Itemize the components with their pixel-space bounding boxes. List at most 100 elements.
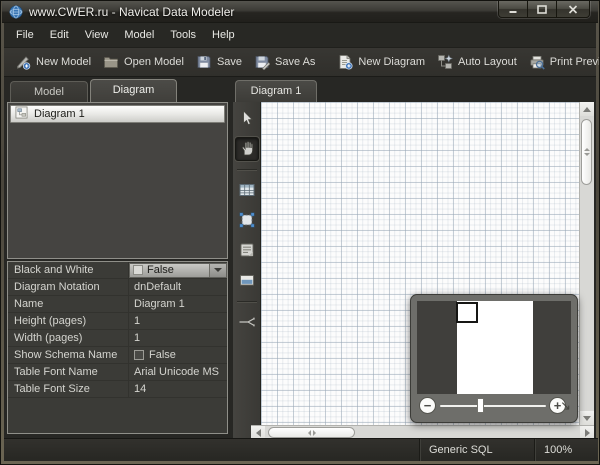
save-as-floppy-icon [254, 54, 270, 70]
status-zoom-level: 100% [534, 439, 598, 461]
view-icon [238, 211, 256, 232]
new-relation-tool-button[interactable] [235, 311, 259, 335]
save-as-button[interactable]: Save As [249, 51, 322, 73]
menu-model[interactable]: Model [116, 23, 162, 48]
arrow-right-icon [585, 429, 590, 437]
menu-help[interactable]: Help [204, 23, 243, 48]
arrow-down-icon [583, 416, 591, 421]
minimize-button[interactable] [499, 1, 528, 17]
prop-row-diagram-notation[interactable]: Diagram Notation dnDefault [8, 279, 227, 296]
checkbox-icon [133, 265, 143, 275]
new-model-button[interactable]: New Model [10, 51, 98, 73]
triangle-down-icon [214, 268, 222, 272]
print-preview-label: Print Preview [550, 56, 600, 68]
prop-row-show-schema-name[interactable]: Show Schema Name False [8, 347, 227, 364]
list-item-diagram-1[interactable]: Diagram 1 [10, 105, 225, 123]
zoom-slider-track[interactable] [440, 405, 546, 407]
grip-up-icon [584, 148, 590, 151]
menu-edit[interactable]: Edit [42, 23, 77, 48]
scroll-up-button[interactable] [580, 102, 594, 116]
relation-connector-icon [238, 313, 256, 334]
zoom-slider-thumb[interactable] [477, 398, 484, 413]
zoom-out-button[interactable]: − [419, 397, 436, 414]
main-toolbar: New Model Open Model Save Save As New Di… [4, 48, 596, 77]
prop-row-width-pages[interactable]: Width (pages) 1 [8, 330, 227, 347]
prop-value: Diagram 1 [129, 296, 227, 312]
auto-layout-button[interactable]: Auto Layout [432, 51, 524, 73]
save-button[interactable]: Save [191, 51, 249, 73]
globe-icon [9, 5, 23, 19]
prop-row-height-pages[interactable]: Height (pages) 1 [8, 313, 227, 330]
new-label-tool-button[interactable] [235, 269, 259, 293]
prop-label: Black and White [8, 262, 129, 278]
arrow-left-icon [256, 429, 261, 437]
diagram-list: Diagram 1 [7, 102, 228, 259]
menu-view[interactable]: View [77, 23, 117, 48]
diagram-tool-palette [233, 102, 261, 439]
navigator-zoom-bar: − + ↘ [411, 394, 577, 418]
horizontal-scroll-thumb[interactable] [268, 427, 355, 438]
navigator-panel: − + ↘ [410, 294, 578, 423]
note-icon [238, 241, 256, 262]
vertical-scrollbar[interactable] [579, 102, 594, 425]
prop-value: 14 [129, 381, 227, 397]
new-view-tool-button[interactable] [235, 209, 259, 233]
palette-separator [237, 169, 257, 171]
scroll-down-button[interactable] [580, 411, 594, 425]
grip-right-icon [313, 430, 316, 436]
prop-row-black-and-white: Black and White False [8, 262, 227, 279]
grip-left-icon [308, 430, 311, 436]
horizontal-scrollbar[interactable] [251, 425, 594, 439]
prop-value: 1 [129, 330, 227, 346]
auto-layout-icon [437, 54, 453, 70]
vertical-scroll-thumb[interactable] [581, 119, 592, 185]
prop-label: Width (pages) [8, 330, 129, 346]
resize-handle-icon[interactable]: ↘ [560, 399, 571, 414]
new-model-label: New Model [36, 56, 91, 68]
new-diagram-button[interactable]: New Diagram [332, 51, 432, 73]
maximize-button[interactable] [528, 1, 557, 17]
new-model-icon [15, 54, 31, 70]
new-table-tool-button[interactable] [235, 179, 259, 203]
tab-diagram-1[interactable]: Diagram 1 [235, 80, 317, 102]
menu-tools[interactable]: Tools [162, 23, 204, 48]
palette-separator [237, 301, 257, 303]
prop-label: Show Schema Name [8, 347, 129, 363]
prop-label: Height (pages) [8, 313, 129, 329]
prop-label: Diagram Notation [8, 279, 129, 295]
arrow-up-icon [583, 107, 591, 112]
pointer-tool-button[interactable] [235, 107, 259, 131]
prop-value: Arial Unicode MS [129, 364, 227, 380]
tab-model[interactable]: Model [10, 81, 88, 102]
prop-row-name[interactable]: Name Diagram 1 [8, 296, 227, 313]
window-controls [498, 1, 590, 18]
new-note-tool-button[interactable] [235, 239, 259, 263]
checkbox-icon[interactable] [134, 350, 144, 360]
print-preview-button[interactable]: Print Preview [524, 51, 600, 73]
navigator-preview[interactable] [417, 301, 571, 394]
combobox-dropdown-button[interactable] [209, 264, 226, 277]
pointer-icon [238, 109, 256, 130]
window-title: www.CWER.ru - Navicat Data Modeler [29, 5, 234, 19]
open-folder-icon [103, 54, 119, 70]
prop-value: 1 [129, 313, 227, 329]
prop-row-table-font-name[interactable]: Table Font Name Arial Unicode MS [8, 364, 227, 381]
menu-file[interactable]: File [8, 23, 42, 48]
prop-label: Table Font Size [8, 381, 129, 397]
close-button[interactable] [557, 1, 589, 17]
prop-label: Table Font Name [8, 364, 129, 380]
tab-diagram[interactable]: Diagram [90, 79, 177, 102]
hand-tool-button[interactable] [235, 137, 259, 161]
open-model-label: Open Model [124, 56, 184, 68]
prop-value-text: False [147, 262, 174, 278]
diagram-file-icon [15, 106, 28, 122]
label-icon [238, 271, 256, 292]
status-bar: Generic SQL 100% [4, 438, 598, 461]
properties-panel: Black and White False Diagram Notation d… [7, 261, 228, 434]
black-and-white-combobox[interactable]: False [129, 263, 227, 278]
list-item-label: Diagram 1 [34, 108, 85, 120]
open-model-button[interactable]: Open Model [98, 51, 191, 73]
prop-row-table-font-size[interactable]: Table Font Size 14 [8, 381, 227, 398]
prop-value: dnDefault [129, 279, 227, 295]
navigator-viewport-rect[interactable] [456, 302, 478, 323]
